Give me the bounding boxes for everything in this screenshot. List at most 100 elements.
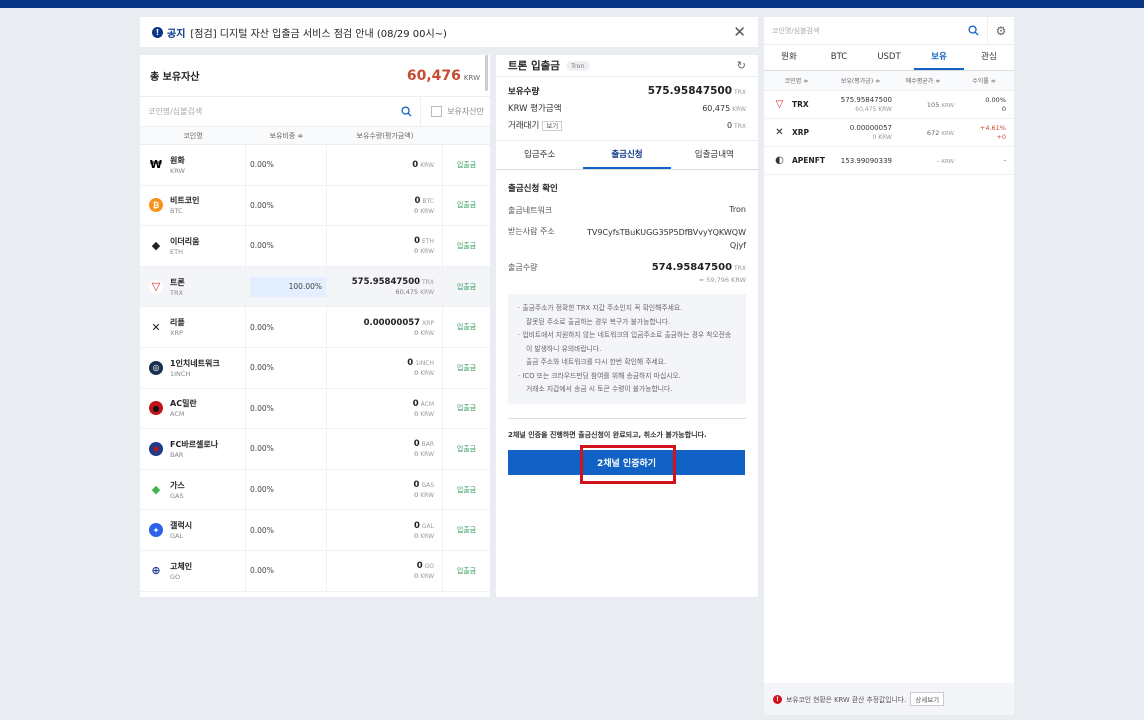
network-badge: Tron — [565, 60, 590, 71]
gear-icon[interactable]: ⚙ — [988, 24, 1014, 38]
deposit-withdraw-link[interactable]: 입출금 — [443, 160, 490, 170]
tab-krw[interactable]: 원화 — [764, 45, 814, 70]
tab-deposit-address[interactable]: 입금주소 — [496, 141, 583, 169]
market-search-input[interactable]: 코인명/심볼검색 — [764, 17, 988, 44]
close-icon[interactable]: ✕ — [733, 24, 746, 40]
coin-name-cell[interactable]: ▽ 트론 TRX — [140, 266, 246, 307]
pending-view-button[interactable]: 보기 — [542, 121, 563, 131]
coin-symbol: 1INCH — [170, 369, 191, 378]
coin-name-cell[interactable]: ✦ 갤럭시 GAL — [140, 510, 246, 550]
coin-row[interactable]: ◆ 이더리움 ETH 0.00% 0 ETH 0 KRW 입출금 — [140, 226, 490, 267]
ratio-value: 0.00% — [250, 403, 274, 413]
deposit-withdraw-link[interactable]: 입출금 — [443, 322, 490, 332]
only-held-checkbox[interactable]: 보유자산만 — [421, 106, 490, 117]
coin-name-cell[interactable]: ◆ 가스 GAS — [140, 469, 246, 510]
deposit-withdraw-link[interactable]: 입출금 — [443, 485, 490, 495]
coin-name-cell[interactable]: ◆ 이더리움 ETH — [140, 226, 246, 266]
coin-krw: 0 KRW — [414, 531, 434, 540]
tron-icon: ▽ — [149, 279, 163, 294]
col-coin[interactable]: 코인명 ≑ — [764, 76, 829, 85]
apenft-icon: ◐ — [775, 155, 784, 166]
xrp-icon: ✕ — [149, 320, 163, 335]
ratio-value: 0.00% — [250, 485, 274, 495]
ac-milan-icon: ● — [149, 401, 163, 416]
coin-name: 트론 — [170, 277, 185, 287]
ratio-cell: 0.00% — [246, 185, 327, 226]
tab-btc[interactable]: BTC — [814, 45, 864, 70]
coin-row[interactable]: ✕ 리플 XRP 0.00% 0.00000057 XRP 0 KRW 입출금 — [140, 307, 490, 348]
coin-name-cell[interactable]: ₿ 비트코인 BTC — [140, 185, 246, 226]
col-return[interactable]: 수익률 ≑ — [954, 76, 1014, 85]
coin-amount: 0 GAL — [413, 520, 434, 531]
col-hold[interactable]: 보유(평가금) ≑ — [829, 76, 892, 85]
amount-krw: ≈ 59,796 KRW — [698, 276, 746, 284]
holdings-search-input[interactable]: 코인명/심볼검색 — [140, 96, 422, 127]
market-search-row: 코인명/심볼검색 ⚙ — [764, 17, 1014, 45]
market-row[interactable]: ▽ TRX 575.95847500 60,475 KRW 105 KRW 0.00%… — [764, 91, 1014, 119]
coin-name-cell[interactable]: ◉ FC바르셀로나 BAR — [140, 429, 246, 469]
tab-usdt[interactable]: USDT — [864, 45, 914, 70]
gas-icon: ◆ — [149, 482, 163, 497]
col-avg-price[interactable]: 매수평균가 ≑ — [892, 76, 954, 85]
coin-name: 1인치네트워크 — [170, 358, 220, 368]
deposit-withdraw-link[interactable]: 입출금 — [443, 363, 490, 373]
tab-history[interactable]: 입출금내역 — [671, 141, 758, 169]
coin-name-cell[interactable]: ● AC밀란 ACM — [140, 388, 246, 429]
deposit-withdraw-link[interactable]: 입출금 — [443, 282, 490, 292]
scrollbar[interactable] — [485, 55, 488, 91]
deposit-withdraw-panel: 트론 입출금 Tron ↻ 보유수량 575.95847500 TRX KRW 평가금… — [496, 55, 758, 597]
coin-row[interactable]: ◎ 1인치네트워크 1INCH 0.00% 0 1INCH 0 KRW 입출금 — [140, 347, 490, 389]
coin-row[interactable]: ✦ 갤럭시 GAL 0.00% 0 GAL 0 KRW 입출금 — [140, 510, 490, 551]
ratio-value: 0.00% — [250, 525, 274, 535]
ratio-value: 0.00% — [250, 363, 274, 373]
tab-withdraw-request[interactable]: 출금신청 — [583, 141, 671, 169]
tab-favorites[interactable]: 관심 — [964, 45, 1014, 70]
coin-row[interactable]: ▽ 트론 TRX 100.00% 575.95847500 TRX 60,475 KR… — [140, 266, 490, 308]
notice-text[interactable]: [점검] 디지털 자산 입출금 서비스 점검 안내 (08/29 00시~) — [190, 25, 733, 40]
col-amount[interactable]: 보유수량(평가금액) — [327, 131, 443, 141]
details-button[interactable]: 상세보기 — [910, 692, 945, 706]
search-icon[interactable] — [401, 106, 412, 117]
two-channel-auth-button[interactable]: 2채널 인증하기 — [508, 450, 745, 475]
deposit-withdraw-link[interactable]: 입출금 — [443, 200, 490, 210]
market-coin[interactable]: ▽ TRX — [764, 98, 829, 111]
deposit-withdraw-link[interactable]: 입출금 — [443, 566, 490, 576]
market-coin[interactable]: ◐ APENFT — [764, 154, 829, 167]
coin-name-cell[interactable]: ✕ 리플 XRP — [140, 307, 246, 347]
coin-row[interactable]: ₿ 비트코인 BTC 0.00% 0 BTC 0 KRW 입출금 — [140, 185, 490, 227]
market-row[interactable]: ✕ XRP 0.00000057 0 KRW 672 KRW +4.61% +0 — [764, 119, 1014, 147]
refresh-icon[interactable]: ↻ — [737, 59, 746, 72]
detail-tabs: 입금주소 출금신청 입출금내역 — [496, 141, 758, 170]
market-row[interactable]: ◐ APENFT 153.99090339 - KRW - — [764, 147, 1014, 175]
deposit-withdraw-link[interactable]: 입출금 — [443, 444, 490, 454]
notice-bar[interactable]: ! 공지 [점검] 디지털 자산 입출금 서비스 점검 안내 (08/29 00… — [140, 17, 758, 47]
coin-row[interactable]: ◆ 가스 GAS 0.00% 0 GAS 0 KRW 입출금 — [140, 469, 490, 511]
tab-holdings[interactable]: 보유 — [914, 45, 964, 70]
deposit-withdraw-link[interactable]: 입출금 — [443, 241, 490, 251]
form-title: 출금신청 확인 — [508, 184, 558, 194]
coin-name-cell[interactable]: ₩ 원화 KRW — [140, 145, 246, 185]
checkbox-box[interactable] — [431, 106, 443, 117]
ethereum-icon: ◆ — [149, 238, 163, 253]
coin-row[interactable]: ● AC밀란 ACM 0.00% 0 ACM 0 KRW 입출금 — [140, 388, 490, 430]
coin-name: 원화 — [170, 155, 185, 165]
notice-tag: 공지 — [167, 28, 186, 40]
coin-row[interactable]: ◉ FC바르셀로나 BAR 0.00% 0 BAR 0 KRW 입출금 — [140, 429, 490, 470]
holdings-search-row: 코인명/심볼검색 보유자산만 — [140, 96, 490, 127]
deposit-withdraw-link[interactable]: 입출금 — [443, 403, 490, 413]
col-coin-name[interactable]: 코인명 — [140, 131, 246, 141]
coin-row[interactable]: ₩ 원화 KRW 0.00% 0 KRW 입출금 — [140, 145, 490, 186]
search-icon[interactable] — [968, 25, 979, 36]
market-coin[interactable]: ✕ XRP — [764, 126, 829, 139]
amount-cell: 0 GO 0 KRW — [327, 550, 443, 591]
amount-cell: 0.00000057 XRP 0 KRW — [327, 307, 443, 347]
col-ratio[interactable]: 보유비중 ≑ — [246, 131, 327, 141]
market-avg-price: 672 KRW — [926, 128, 954, 137]
ratio-value: 0.00% — [250, 241, 274, 251]
ratio-cell: 0.00% — [246, 347, 327, 388]
coin-row[interactable]: ⊕ 고체인 GO 0.00% 0 GO 0 KRW 입출금 — [140, 550, 490, 592]
note-line: 잘못된 주소로 출금하는 경우 복구가 불가능합니다. — [526, 317, 671, 326]
coin-name-cell[interactable]: ⊕ 고체인 GO — [140, 550, 246, 591]
coin-name-cell[interactable]: ◎ 1인치네트워크 1INCH — [140, 347, 246, 388]
deposit-withdraw-link[interactable]: 입출금 — [443, 525, 490, 535]
